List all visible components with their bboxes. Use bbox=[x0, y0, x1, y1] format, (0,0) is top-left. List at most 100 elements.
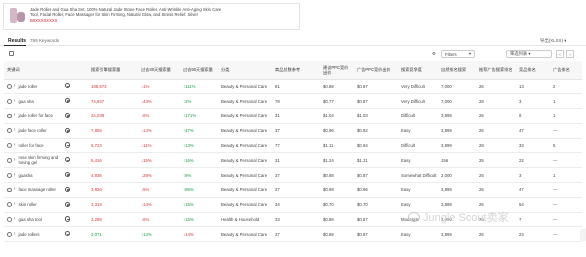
export-button[interactable]: 导出(XLSX) ▾ bbox=[540, 38, 566, 44]
row-select-radio[interactable] bbox=[7, 113, 12, 119]
row-select-radio[interactable] bbox=[7, 83, 12, 89]
competition: Easy bbox=[398, 123, 438, 139]
product-asin[interactable]: B0XXXXXXXX bbox=[30, 18, 221, 23]
keyword-text[interactable]: gua sha tool bbox=[18, 217, 59, 222]
keyword-cell: › guasha bbox=[4, 167, 62, 184]
sponsored-rank: 1 bbox=[550, 108, 582, 124]
scroll-left-button[interactable]: ‹ bbox=[556, 50, 564, 58]
search-volume: 6,723 bbox=[88, 138, 138, 154]
keyword-text[interactable]: face massage roller bbox=[18, 187, 59, 192]
settings-icon[interactable]: ⚙ bbox=[432, 50, 436, 58]
eye-icon[interactable] bbox=[65, 231, 71, 237]
competition: Easy bbox=[398, 226, 438, 243]
view-cell bbox=[62, 197, 88, 213]
scroll-right-button[interactable]: › bbox=[566, 50, 574, 58]
column-header[interactable]: 广告PPC竞价出价 bbox=[354, 61, 398, 80]
filter-dropdown[interactable]: Filters ▾ bbox=[441, 50, 475, 58]
row-select-radio[interactable] bbox=[7, 157, 12, 163]
row-select-radio[interactable] bbox=[7, 217, 12, 222]
chevron-right-icon[interactable]: › bbox=[14, 217, 16, 222]
eye-icon[interactable] bbox=[65, 142, 71, 148]
row-select-radio[interactable] bbox=[7, 231, 12, 237]
table-row[interactable]: › gua sha 74,847 ↓43% ↑2% Beauty & Personal C… bbox=[4, 93, 582, 110]
keyword-text[interactable]: jade rollers bbox=[18, 232, 59, 237]
column-header[interactable]: 搜索竞争度 bbox=[398, 61, 438, 80]
eye-icon[interactable] bbox=[65, 157, 71, 163]
tab-keywords[interactable]: 759 Keywords bbox=[30, 38, 59, 43]
row-select-radio[interactable] bbox=[7, 202, 12, 208]
table-row[interactable]: › face massage roller 3,926 ↓5% ↑86% Beauty &… bbox=[4, 182, 582, 198]
row-select-radio[interactable] bbox=[7, 128, 12, 134]
ad-ppc: $0.87 bbox=[354, 93, 398, 110]
column-header[interactable]: 过去30天搜索量 bbox=[138, 61, 180, 80]
chevron-right-icon[interactable]: › bbox=[14, 157, 16, 163]
column-header[interactable]: 过去90天搜索量 bbox=[180, 61, 218, 80]
chevron-right-icon[interactable]: › bbox=[14, 98, 16, 104]
product-thumbnail bbox=[8, 7, 26, 25]
keyword-cell: › rose skin firming and toning gel bbox=[4, 152, 62, 169]
table-row[interactable]: › jade rollers 3,071 ↑13% ↓14% Beauty & Perso… bbox=[4, 226, 582, 243]
keyword-text[interactable]: skin roller bbox=[18, 202, 59, 207]
column-header[interactable]: 关键词 bbox=[4, 61, 62, 80]
column-header[interactable]: 分类 bbox=[218, 61, 272, 80]
row-select-radio[interactable] bbox=[7, 98, 12, 104]
table-row[interactable]: › rose skin firming and toning gel 5,416 ↓1… bbox=[4, 152, 582, 169]
row-select-radio[interactable] bbox=[7, 187, 12, 193]
eye-icon[interactable] bbox=[65, 98, 71, 104]
column-header[interactable]: 建议PPC竞价出价 bbox=[320, 61, 354, 80]
column-select-button[interactable]: 筛选列表 ▾ bbox=[506, 50, 552, 58]
organic-rank: 156 bbox=[438, 152, 476, 169]
chevron-right-icon[interactable]: › bbox=[14, 172, 16, 178]
column-header[interactable]: 推荐广告搜索排名 bbox=[476, 61, 516, 80]
keyword-text[interactable]: jade face roller bbox=[18, 128, 59, 133]
eye-icon[interactable] bbox=[65, 172, 71, 178]
select-all-checkbox[interactable] bbox=[9, 51, 14, 56]
column-header[interactable]: 自然排名搜索 bbox=[438, 61, 476, 80]
view-cell bbox=[62, 123, 88, 139]
product-count: 78 bbox=[272, 93, 320, 110]
table-row[interactable]: › jade face roller 7,855 ↓14% ↑47% Beauty & P… bbox=[4, 123, 582, 139]
ad-ppc: $1.03 bbox=[354, 108, 398, 124]
competition: Difficult bbox=[398, 138, 438, 154]
organic-rank: 3,999 bbox=[438, 226, 476, 243]
column-header[interactable]: 广告排名 bbox=[550, 61, 582, 80]
table-row[interactable]: › guasha 4,936 ↓28% ↑8% Beauty & Personal Car… bbox=[4, 167, 582, 184]
keyword-text[interactable]: jade roller for face bbox=[18, 113, 59, 118]
chevron-right-icon[interactable]: › bbox=[14, 113, 16, 118]
eye-icon[interactable] bbox=[65, 83, 71, 89]
chevron-right-icon[interactable]: › bbox=[14, 231, 16, 237]
eye-icon[interactable] bbox=[65, 112, 71, 119]
chevron-right-icon[interactable]: › bbox=[14, 187, 16, 192]
keyword-cell: › jade rollers bbox=[4, 226, 62, 243]
sponsored-rank: — bbox=[550, 123, 582, 139]
column-header[interactable]: 竞品排名 bbox=[516, 61, 550, 80]
eye-icon[interactable] bbox=[65, 201, 71, 207]
chevron-right-icon[interactable]: › bbox=[14, 83, 16, 89]
category: Beauty & Personal Care bbox=[218, 152, 272, 169]
row-select-radio[interactable] bbox=[7, 143, 12, 148]
tab-results[interactable]: Results bbox=[8, 38, 26, 44]
keyword-text[interactable]: jade roller bbox=[18, 84, 59, 89]
keyword-text[interactable]: rose skin firming and toning gel bbox=[18, 155, 59, 165]
column-header[interactable]: 商品总数参考 bbox=[272, 61, 320, 80]
table-row[interactable]: › jade roller for face 24,038 ↓6% ↑171% Beaut… bbox=[4, 108, 582, 124]
row-select-radio[interactable] bbox=[7, 172, 12, 178]
column-header[interactable] bbox=[62, 61, 88, 80]
category: Health & Household bbox=[218, 212, 272, 228]
eye-icon[interactable] bbox=[65, 127, 71, 133]
chevron-right-icon[interactable]: › bbox=[14, 143, 16, 148]
column-header[interactable]: 搜索引擎搜索量 bbox=[88, 61, 138, 80]
keyword-text[interactable]: gua sha bbox=[18, 99, 59, 104]
ad-ppc: $0.87 bbox=[354, 226, 398, 243]
eye-icon[interactable] bbox=[65, 186, 71, 193]
keyword-text[interactable]: guasha bbox=[18, 173, 59, 178]
trend-90d: ↑15% bbox=[180, 212, 218, 228]
table-row[interactable]: › roller for face 6,723 ↓11% ↑13% Beauty & Pe… bbox=[4, 138, 582, 154]
search-volume: 5,416 bbox=[88, 152, 138, 169]
side-scroll-tab[interactable] bbox=[580, 229, 586, 241]
keyword-text[interactable]: roller for face bbox=[18, 143, 59, 148]
eye-icon[interactable] bbox=[65, 216, 71, 222]
chevron-right-icon[interactable]: › bbox=[14, 202, 16, 207]
chevron-right-icon[interactable]: › bbox=[14, 128, 16, 133]
table-row[interactable]: › jade roller 188,873 ↓1% ↑111% Beauty & Pers… bbox=[4, 79, 582, 95]
